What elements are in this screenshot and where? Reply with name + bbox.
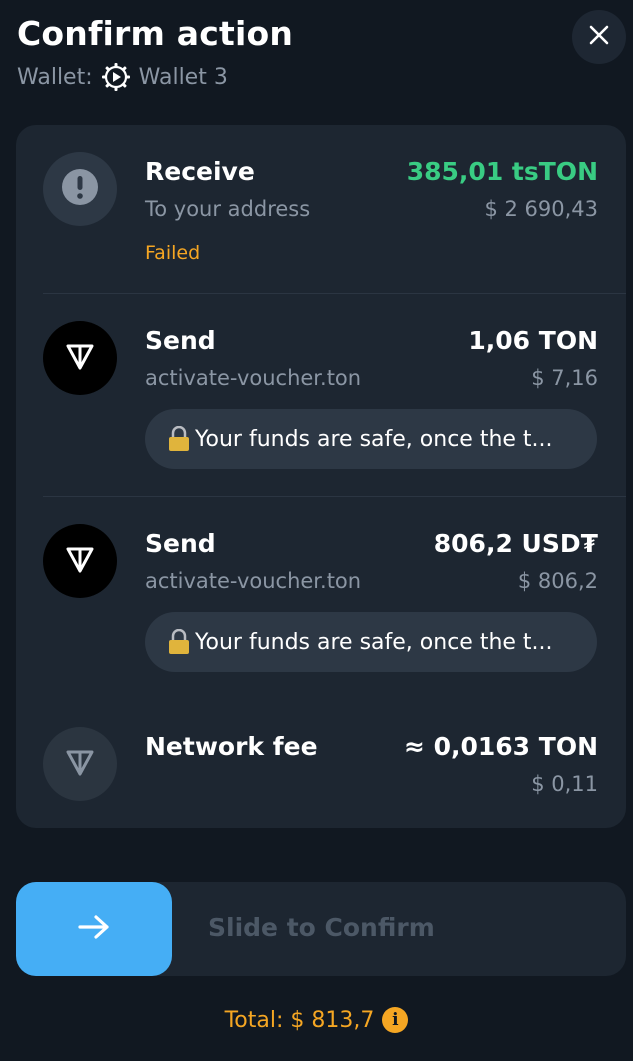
status-failed: Failed xyxy=(145,242,201,264)
arrow-right-icon xyxy=(77,914,111,944)
action-avatar xyxy=(43,727,117,801)
action-title: Receive xyxy=(145,157,255,186)
action-amount: 385,01 tsTON xyxy=(406,157,598,186)
actions-card: Receive To your address Failed 385,01 ts… xyxy=(16,125,626,828)
lock-icon xyxy=(167,629,191,655)
action-subtitle: activate-voucher.ton xyxy=(145,569,362,593)
comment-text: Your funds are safe, once the t... xyxy=(195,629,553,655)
close-button[interactable] xyxy=(572,10,626,64)
wallet-gear-icon xyxy=(101,62,131,92)
action-title: Send xyxy=(145,529,216,558)
lock-icon xyxy=(167,426,191,452)
action-fiat: $ 0,11 xyxy=(531,772,598,796)
action-subtitle: activate-voucher.ton xyxy=(145,366,362,390)
action-avatar xyxy=(43,321,117,395)
action-subtitle: To your address xyxy=(145,197,311,221)
slide-handle[interactable] xyxy=(16,882,172,976)
close-icon xyxy=(588,24,610,50)
slide-label: Slide to Confirm xyxy=(208,913,435,942)
wallet-label: Wallet: xyxy=(17,64,93,90)
action-amount: 1,06 TON xyxy=(468,326,598,355)
action-title: Send xyxy=(145,326,216,355)
comment-text: Your funds are safe, once the t... xyxy=(195,426,553,452)
wallet-line: Wallet: Wallet 3 xyxy=(17,62,228,92)
total-amount: Total: $ 813,7 xyxy=(224,1007,375,1033)
comment-bubble[interactable]: Your funds are safe, once the t... xyxy=(145,409,597,469)
action-avatar xyxy=(43,152,117,226)
ton-icon xyxy=(63,745,97,783)
action-fiat: $ 7,16 xyxy=(531,366,598,390)
comment-bubble[interactable]: Your funds are safe, once the t... xyxy=(145,612,597,672)
action-amount: 806,2 USD₮ xyxy=(433,529,598,558)
ton-icon xyxy=(63,339,97,377)
row-divider xyxy=(43,496,626,497)
action-amount: ≈ 0,0163 TON xyxy=(403,732,598,761)
ton-icon xyxy=(63,542,97,580)
total-line: Total: $ 813,7 i xyxy=(0,1007,633,1033)
confirm-action-screen: Confirm action Wallet: Wallet 3 Receive … xyxy=(0,0,633,1061)
action-title: Network fee xyxy=(145,732,318,761)
row-divider xyxy=(43,293,626,294)
slide-to-confirm[interactable]: Slide to Confirm xyxy=(16,882,626,976)
page-title: Confirm action xyxy=(17,14,294,53)
action-fiat: $ 806,2 xyxy=(517,569,598,593)
wallet-name: Wallet 3 xyxy=(138,64,228,90)
exclamation-icon xyxy=(61,168,99,210)
info-icon[interactable]: i xyxy=(382,1007,409,1033)
action-avatar xyxy=(43,524,117,598)
action-fiat: $ 2 690,43 xyxy=(484,197,598,221)
